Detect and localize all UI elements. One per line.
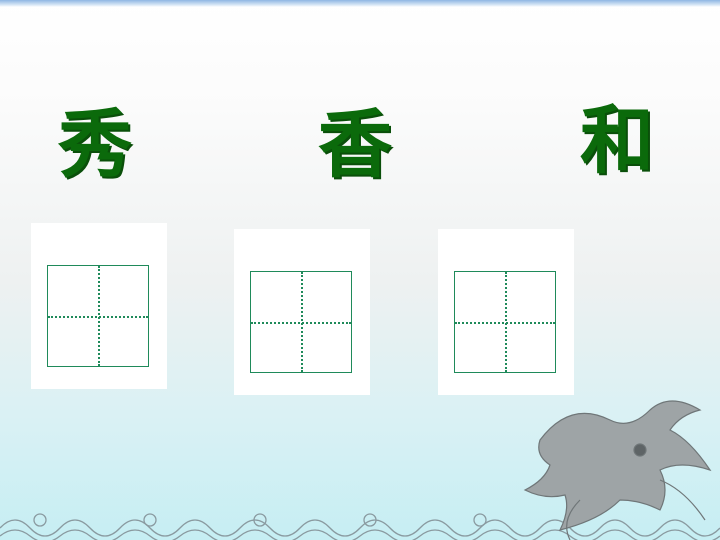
grid-vertical-guide [301,272,303,372]
dragon-ornament [523,400,712,540]
tian-zi-ge-grid-1 [47,265,149,367]
tian-zi-ge-grid-2 [250,271,352,373]
top-band [0,0,720,7]
grid-vertical-guide [98,266,100,366]
practice-card-1 [31,223,167,389]
character-xiu: 秀 [58,102,132,188]
character-he: 和 [580,98,654,184]
tian-zi-ge-grid-3 [454,271,556,373]
practice-card-2 [234,229,370,395]
practice-card-3 [438,229,574,395]
character-xiang: 香 [318,102,392,188]
grid-vertical-guide [505,272,507,372]
